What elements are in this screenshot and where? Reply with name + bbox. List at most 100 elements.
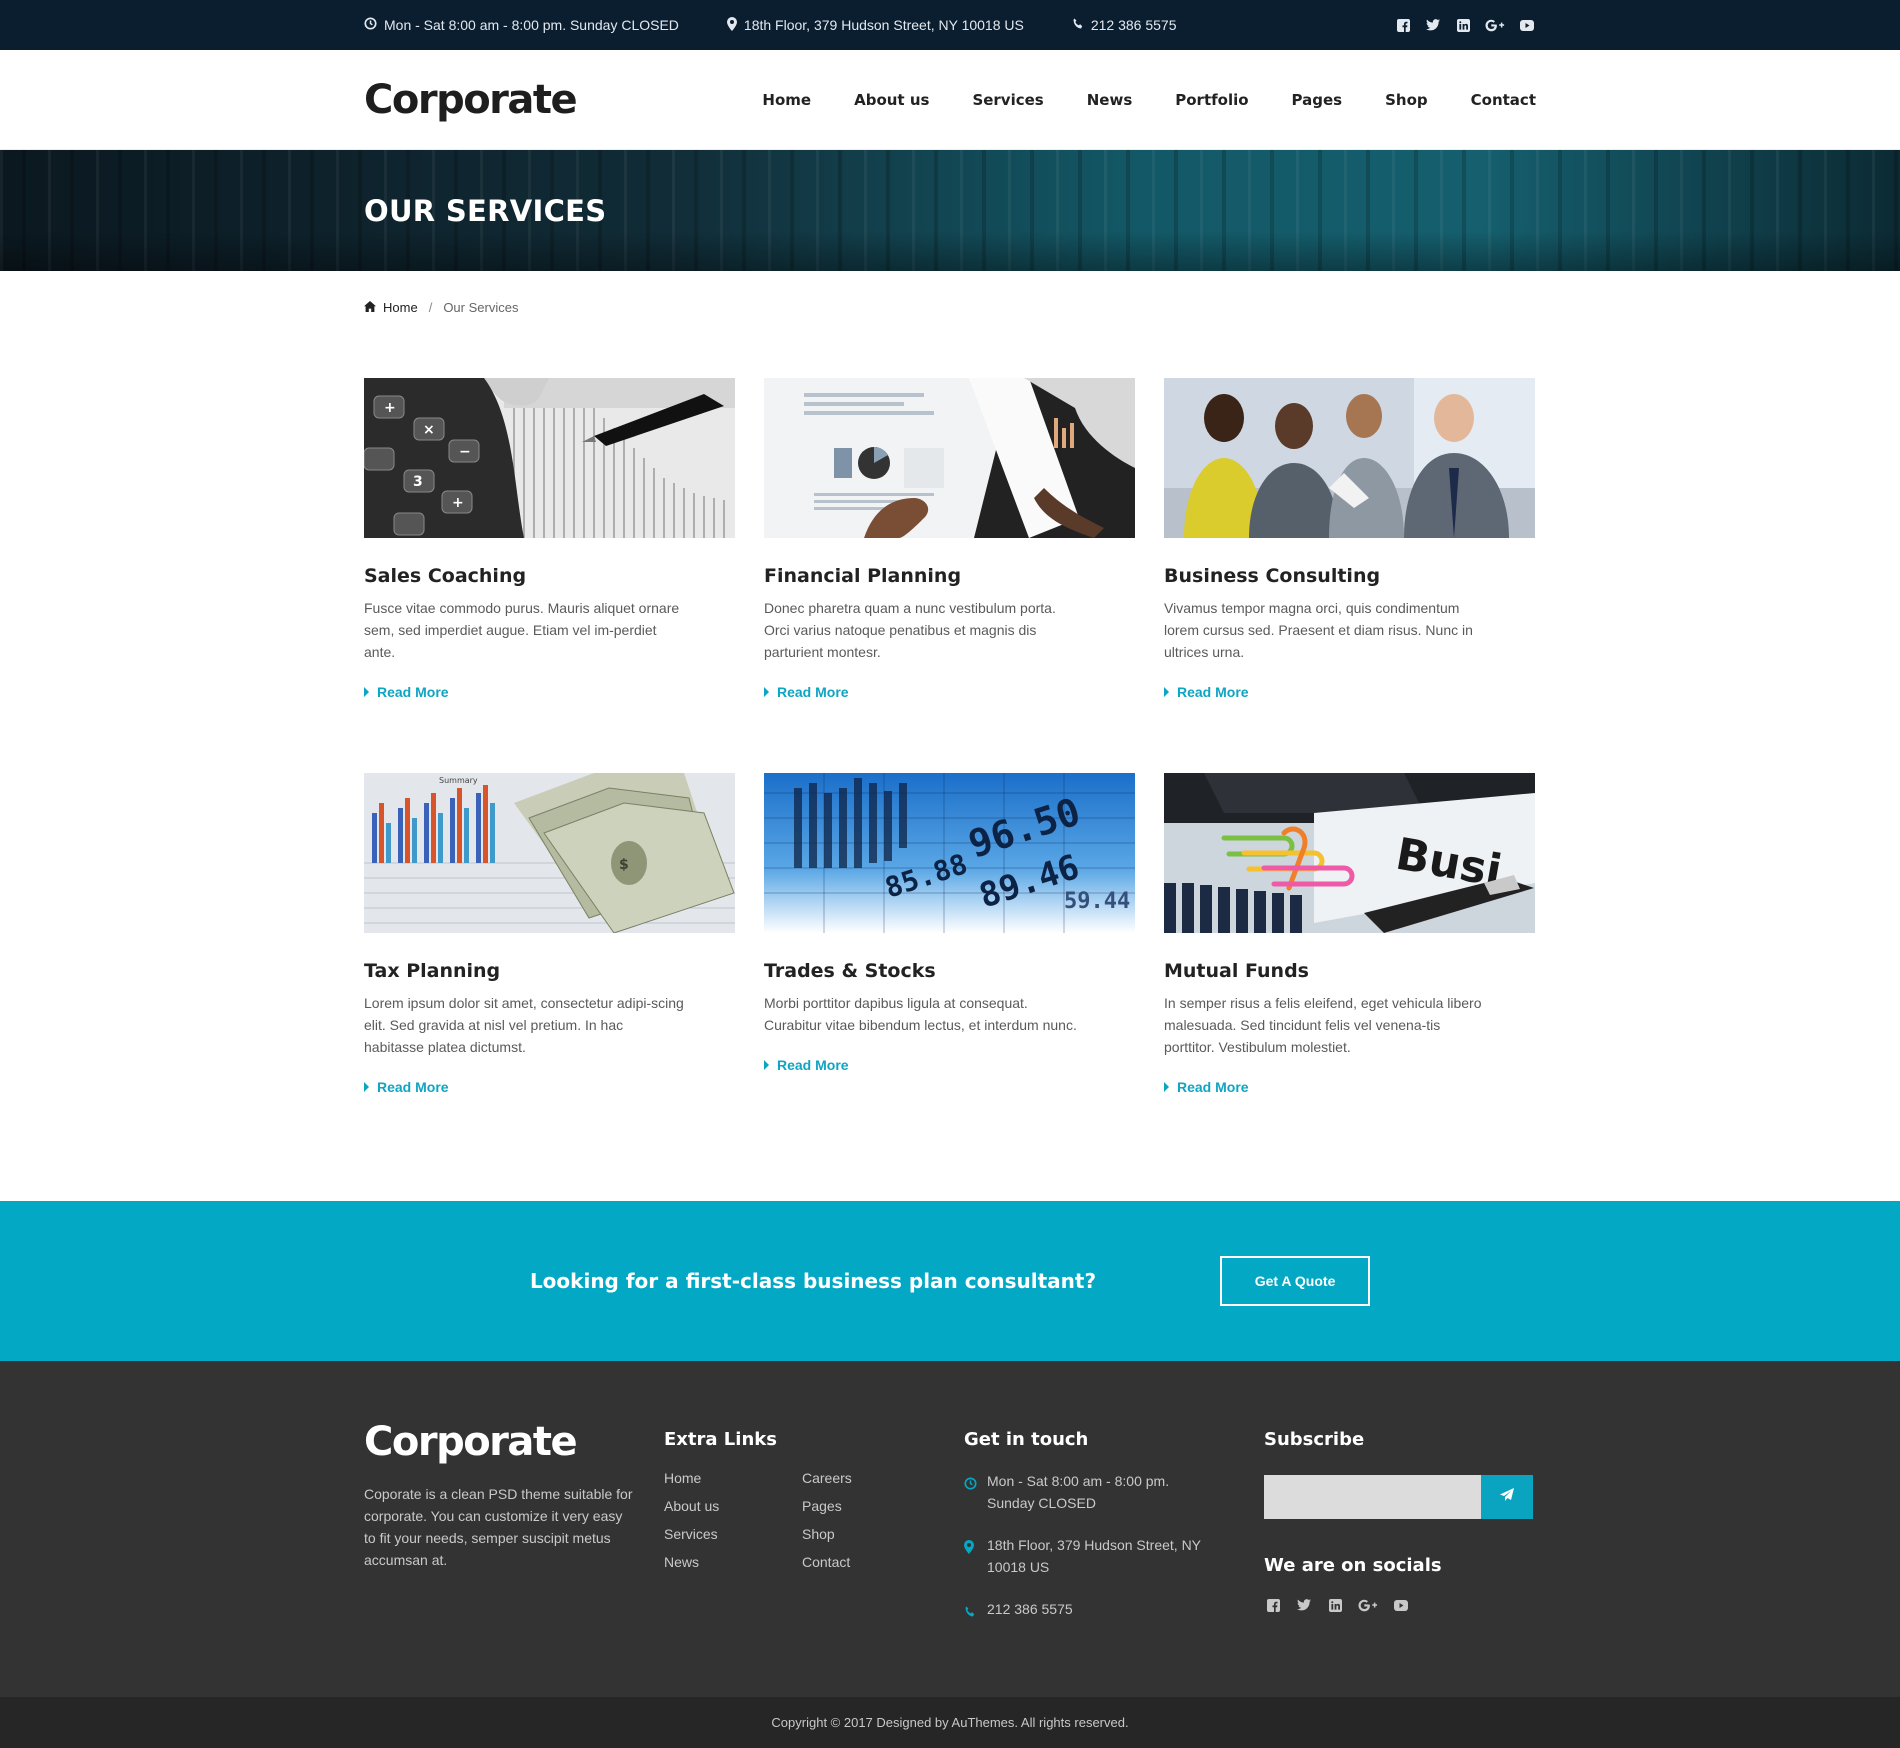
footer-address-text: 18th Floor, 379 Hudson Street, NY 10018 …: [987, 1537, 1201, 1575]
service-title: Business Consulting: [1164, 565, 1381, 587]
footer-link-home[interactable]: Home: [664, 1470, 802, 1486]
subscribe-form: [1264, 1475, 1536, 1519]
footer-link-about-us[interactable]: About us: [664, 1498, 802, 1514]
twitter-icon[interactable]: [1424, 16, 1442, 34]
facebook-icon[interactable]: [1264, 1596, 1282, 1614]
footer-about-text: Coporate is a clean PSD theme suitable f…: [364, 1486, 633, 1568]
subscribe-email-input[interactable]: [1264, 1475, 1481, 1519]
service-description: Donec pharetra quam a nunc vestibulum po…: [764, 600, 1056, 660]
nav-contact[interactable]: Contact: [1471, 91, 1536, 109]
svg-text:−: −: [459, 444, 471, 460]
nav-shop[interactable]: Shop: [1385, 91, 1428, 109]
services-grid: + × − 3 + Sales Coaching Fusce vitae commodo…: [364, 378, 1536, 1168]
topbar-phone-text: 212 386 5575: [1090, 17, 1177, 33]
footer-phone: 212 386 5575: [964, 1598, 1264, 1624]
read-more-link[interactable]: Read More: [1164, 684, 1535, 700]
read-more-label: Read More: [377, 1079, 449, 1095]
breadcrumb-separator: /: [428, 299, 433, 315]
linkedin-icon[interactable]: [1326, 1596, 1344, 1614]
footer-link-pages[interactable]: Pages: [802, 1498, 940, 1514]
svg-text:$: $: [619, 857, 629, 873]
top-bar: Mon - Sat 8:00 am - 8:00 pm. Sunday CLOS…: [0, 0, 1900, 50]
service-description: Vivamus tempor magna orci, quis condimen…: [1164, 600, 1473, 660]
svg-text:+: +: [384, 400, 396, 416]
map-marker-icon: [726, 16, 737, 34]
financial-documents-image[interactable]: [764, 378, 1135, 538]
footer-link-shop[interactable]: Shop: [802, 1526, 940, 1542]
home-icon: [364, 300, 376, 315]
service-card-sales-coaching: + × − 3 + Sales Coaching Fusce vitae commodo…: [364, 378, 735, 773]
calculator-image[interactable]: + × − 3 +: [364, 378, 735, 538]
topbar-address: 18th Floor, 379 Hudson Street, NY 10018 …: [726, 16, 1024, 34]
topbar-hours-text: Mon - Sat 8:00 am - 8:00 pm. Sunday CLOS…: [384, 17, 679, 33]
footer-links-column: Extra Links Home Careers About us Pages …: [664, 1429, 964, 1624]
subscribe-submit-button[interactable]: [1481, 1475, 1533, 1519]
youtube-icon[interactable]: [1392, 1596, 1410, 1614]
nav-news[interactable]: News: [1087, 91, 1133, 109]
footer-link-careers[interactable]: Careers: [802, 1470, 940, 1486]
footer-link-services[interactable]: Services: [664, 1526, 802, 1542]
caret-right-icon: [364, 687, 369, 697]
copyright-text: Copyright © 2017 Designed by AuThemes. A…: [771, 1715, 1129, 1730]
topbar-socials: [1394, 16, 1536, 34]
service-card-financial-planning: Financial Planning Donec pharetra quam a…: [764, 378, 1135, 773]
business-meeting-image[interactable]: [1164, 378, 1535, 538]
caret-right-icon: [764, 1060, 769, 1070]
call-to-action-band: Looking for a first-class business plan …: [0, 1201, 1900, 1361]
google-plus-icon[interactable]: [1357, 1596, 1379, 1614]
google-plus-icon[interactable]: [1484, 16, 1506, 34]
footer-link-contact[interactable]: Contact: [802, 1554, 940, 1570]
footer-links-title: Extra Links: [664, 1429, 777, 1450]
breadcrumb-home[interactable]: Home: [364, 300, 418, 315]
read-more-link[interactable]: Read More: [764, 1057, 1135, 1073]
svg-text:×: ×: [423, 422, 435, 438]
footer-logo[interactable]: Corporate: [364, 1419, 664, 1465]
service-card-mutual-funds: Busi Mutual Funds In semper risus a feli…: [1164, 773, 1535, 1168]
phone-icon: [1072, 17, 1084, 33]
get-a-quote-button[interactable]: Get A Quote: [1220, 1256, 1371, 1306]
nav-home[interactable]: Home: [762, 91, 811, 109]
summary-label: Summary: [439, 776, 478, 785]
svg-text:+: +: [452, 495, 464, 511]
phone-icon: [964, 1602, 978, 1624]
service-card-trades-stocks: 85.88 96.50 89.46 59.44 Trades & Stocks …: [764, 773, 1135, 1168]
nav-portfolio[interactable]: Portfolio: [1175, 91, 1248, 109]
topbar-hours: Mon - Sat 8:00 am - 8:00 pm. Sunday CLOS…: [364, 17, 679, 33]
page-banner: OUR SERVICES: [0, 150, 1900, 271]
twitter-icon[interactable]: [1295, 1596, 1313, 1614]
paper-plane-icon: [1500, 1487, 1514, 1507]
read-more-link[interactable]: Read More: [364, 1079, 735, 1095]
money-and-chart-image[interactable]: Summary $: [364, 773, 735, 933]
nav-about-us[interactable]: About us: [854, 91, 929, 109]
stock-numbers-image[interactable]: 85.88 96.50 89.46 59.44: [764, 773, 1135, 933]
topbar-phone: 212 386 5575: [1072, 17, 1177, 33]
read-more-link[interactable]: Read More: [1164, 1079, 1535, 1095]
topbar-address-text: 18th Floor, 379 Hudson Street, NY 10018 …: [743, 17, 1024, 33]
read-more-link[interactable]: Read More: [764, 684, 1135, 700]
clock-icon: [364, 17, 377, 33]
facebook-icon[interactable]: [1394, 16, 1412, 34]
service-title: Tax Planning: [364, 960, 501, 982]
footer-hours: Mon - Sat 8:00 am - 8:00 pm. Sunday CLOS…: [964, 1470, 1264, 1514]
read-more-label: Read More: [1177, 1079, 1249, 1095]
business-paperclips-image[interactable]: Busi: [1164, 773, 1535, 933]
service-description: Morbi porttitor dapibus ligula at conseq…: [764, 995, 1077, 1033]
caret-right-icon: [764, 687, 769, 697]
read-more-link[interactable]: Read More: [364, 684, 735, 700]
breadcrumb-home-label: Home: [383, 299, 418, 315]
main-nav: Home About us Services News Portfolio Pa…: [762, 91, 1536, 109]
footer-subscribe-title: Subscribe: [1264, 1429, 1365, 1450]
footer-about-column: Corporate Coporate is a clean PSD theme …: [364, 1419, 664, 1624]
read-more-label: Read More: [377, 684, 449, 700]
site-footer: Corporate Coporate is a clean PSD theme …: [0, 1361, 1900, 1697]
footer-link-news[interactable]: News: [664, 1554, 802, 1570]
svg-text:3: 3: [413, 474, 423, 490]
site-logo[interactable]: Corporate: [364, 77, 578, 123]
nav-pages[interactable]: Pages: [1292, 91, 1343, 109]
linkedin-icon[interactable]: [1454, 16, 1472, 34]
service-description: In semper risus a felis eleifend, eget v…: [1164, 995, 1482, 1055]
footer-address: 18th Floor, 379 Hudson Street, NY 10018 …: [964, 1534, 1264, 1578]
nav-services[interactable]: Services: [972, 91, 1043, 109]
youtube-icon[interactable]: [1518, 16, 1536, 34]
page-title: OUR SERVICES: [364, 193, 607, 228]
